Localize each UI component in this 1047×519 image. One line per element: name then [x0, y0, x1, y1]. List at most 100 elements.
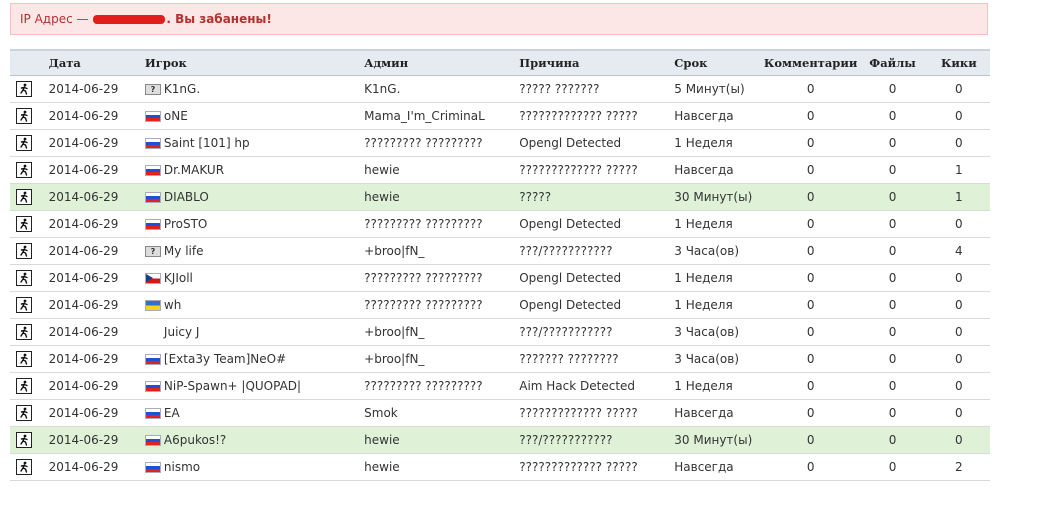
cell-kicks: 0 [927, 210, 990, 238]
cell-files: 0 [857, 426, 928, 454]
counter-strike-icon[interactable] [16, 296, 32, 313]
counter-strike-icon[interactable] [16, 431, 32, 448]
header-files[interactable]: Файлы [857, 49, 928, 76]
table-row[interactable]: 2014-06-29 ProSTO ????????? ????????? Openg… [10, 210, 990, 238]
row-details-button[interactable] [10, 129, 45, 157]
table-row[interactable]: 2014-06-29 А6pukos!? hewie ???/??????????? 3… [10, 426, 990, 454]
flag-russia-icon [144, 434, 161, 446]
row-details-button[interactable] [10, 453, 45, 481]
row-details-button[interactable] [10, 156, 45, 184]
cell-admin: Mama_I'm_CriminaL [360, 102, 516, 130]
cell-kicks: 1 [927, 183, 990, 211]
cell-files: 0 [857, 345, 928, 373]
table-row[interactable]: 2014-06-29? My life +broo|fN_ ???/?????????… [10, 237, 990, 265]
counter-strike-icon[interactable] [16, 188, 32, 205]
cell-files: 0 [857, 129, 928, 157]
cell-kicks: 0 [927, 75, 990, 103]
header-reason[interactable]: Причина [515, 49, 671, 76]
table-row[interactable]: 2014-06-29 wh ????????? ????????? Opengl De… [10, 291, 990, 319]
counter-strike-icon[interactable] [16, 269, 32, 286]
header-admin[interactable]: Админ [360, 49, 516, 76]
table-row[interactable]: 2014-06-29 DIABLO hewie????? 30 Минут(ы) 0 0 1 [10, 183, 990, 211]
player-name: My life [163, 243, 204, 258]
cell-term: 3 Часа(ов) [670, 345, 764, 373]
cell-player: А6pukos!? [140, 426, 361, 454]
cell-comments: 0 [763, 399, 858, 427]
counter-strike-icon[interactable] [16, 80, 32, 97]
cell-kicks: 0 [927, 264, 990, 292]
alert-prefix: IP Адрес — [20, 12, 93, 26]
header-date[interactable]: Дата [44, 49, 141, 76]
header-comments[interactable]: Комментарии [763, 49, 858, 76]
counter-strike-icon[interactable] [16, 377, 32, 394]
cell-admin: +broo|fN_ [360, 318, 516, 346]
counter-strike-icon[interactable] [16, 323, 32, 340]
cell-comments: 0 [763, 75, 858, 103]
table-row[interactable]: 2014-06-29 KJIoll ????????? ????????? Openg… [10, 264, 990, 292]
row-details-button[interactable] [10, 291, 45, 319]
cell-date: 2014-06-29 [44, 264, 141, 292]
counter-strike-icon[interactable] [16, 350, 32, 367]
header-player[interactable]: Игрок [140, 49, 361, 76]
flag-unknown-icon: ? [144, 83, 161, 95]
cell-term: 3 Часа(ов) [670, 237, 764, 265]
row-details-button[interactable] [10, 210, 45, 238]
row-details-button[interactable] [10, 318, 45, 346]
counter-strike-icon[interactable] [16, 161, 32, 178]
cell-files: 0 [857, 210, 928, 238]
player-name: [Exta3y Team]NeO# [163, 351, 287, 366]
cell-comments: 0 [763, 183, 858, 211]
cell-reason: ???/??????????? [515, 318, 671, 346]
header-kicks[interactable]: Кики [927, 49, 990, 76]
flag-russia-icon [144, 191, 161, 203]
header-term[interactable]: Срок [670, 49, 764, 76]
flag-russia-icon [144, 110, 161, 122]
ban-alert: IP Адрес — . Вы забанены! [10, 3, 988, 35]
cell-kicks: 0 [927, 318, 990, 346]
cell-term: 5 Минут(ы) [670, 75, 764, 103]
counter-strike-icon[interactable] [16, 242, 32, 259]
counter-strike-icon[interactable] [16, 404, 32, 421]
counter-strike-icon[interactable] [16, 107, 32, 124]
table-row[interactable]: 2014-06-29 [Exta3y Team]NeO# +broo|fN_????… [10, 345, 990, 373]
table-row[interactable]: 2014-06-29? K1nG. K1nG.????? ??????? 5 Мину… [10, 75, 990, 103]
row-details-button[interactable] [10, 75, 45, 103]
row-details-button[interactable] [10, 345, 45, 373]
redacted-ip [93, 15, 166, 24]
cell-files: 0 [857, 237, 928, 265]
cell-files: 0 [857, 75, 928, 103]
row-details-button[interactable] [10, 399, 45, 427]
row-details-button[interactable] [10, 237, 45, 265]
alert-message: . Вы забанены! [166, 12, 272, 26]
row-details-button[interactable] [10, 264, 45, 292]
counter-strike-icon[interactable] [16, 134, 32, 151]
table-row[interactable]: 2014-06-29 oNE Mama_I'm_CriminaL??????????… [10, 102, 990, 130]
cell-term: 30 Минут(ы) [670, 426, 764, 454]
cell-comments: 0 [763, 372, 858, 400]
table-row[interactable]: 2014-06-29 Dr.MAKUR hewie????????????? ???… [10, 156, 990, 184]
cell-admin: Smok [360, 399, 516, 427]
cell-files: 0 [857, 372, 928, 400]
cell-kicks: 4 [927, 237, 990, 265]
table-row[interactable]: 2014-06-29 NiP-Spawn+ |QUOPAD| ????????? ?… [10, 372, 990, 400]
cell-date: 2014-06-29 [44, 372, 141, 400]
counter-strike-icon[interactable] [16, 458, 32, 475]
row-details-button[interactable] [10, 183, 45, 211]
cell-player: [Exta3y Team]NeO# [140, 345, 361, 373]
counter-strike-icon[interactable] [16, 215, 32, 232]
cell-admin: hewie [360, 426, 516, 454]
player-name: K1nG. [163, 81, 201, 96]
cell-date: 2014-06-29 [44, 237, 141, 265]
table-row[interactable]: 2014-06-29 EA Smok????????????? ????? Навсе… [10, 399, 990, 427]
cell-term: 1 Неделя [670, 129, 764, 157]
table-row[interactable]: 2014-06-29 Juicy J +broo|fN_ ???/??????????… [10, 318, 990, 346]
cell-admin: +broo|fN_ [360, 237, 516, 265]
cell-date: 2014-06-29 [44, 291, 141, 319]
row-details-button[interactable] [10, 372, 45, 400]
row-details-button[interactable] [10, 102, 45, 130]
cell-reason: Opengl Detected [515, 291, 671, 319]
table-row[interactable]: 2014-06-29 nismo hewie????????????? ????? Н… [10, 453, 990, 481]
table-row[interactable]: 2014-06-29 Saint [101] hp ????????? ??????… [10, 129, 990, 157]
row-details-button[interactable] [10, 426, 45, 454]
cell-player: KJIoll [140, 264, 361, 292]
